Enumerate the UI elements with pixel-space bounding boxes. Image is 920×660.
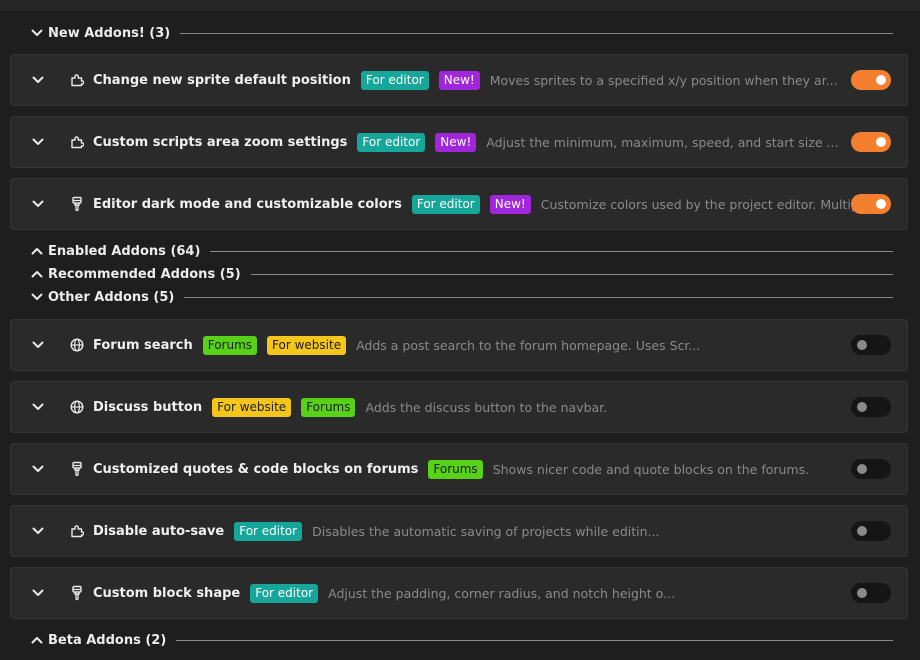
tag-new: New!	[438, 70, 480, 90]
chevron-up-icon	[30, 267, 44, 281]
expand-chevron-icon[interactable]	[31, 400, 45, 414]
addon-toggle[interactable]	[851, 459, 891, 479]
section-divider	[176, 639, 893, 641]
toggle-knob	[857, 526, 867, 536]
toggle-knob	[857, 340, 867, 350]
section-label: Beta Addons (2)	[48, 632, 167, 648]
addon-toggle[interactable]	[851, 583, 891, 603]
chevron-down-icon	[30, 290, 44, 304]
section-divider	[250, 273, 893, 275]
addon-description: Adds the discuss button to the navbar.	[365, 399, 608, 415]
addon-row: Forum search Forums For website Adds a p…	[10, 319, 908, 371]
section-other-addons[interactable]: Other Addons (5)	[30, 287, 893, 307]
addon-row: Change new sprite default position For e…	[10, 54, 908, 106]
section-label: Other Addons (5)	[48, 289, 175, 305]
brush-icon	[70, 196, 84, 212]
addon-description: Adjust the minimum, maximum, speed, and …	[486, 134, 839, 150]
section-label: Enabled Addons (64)	[48, 243, 201, 259]
globe-icon	[70, 337, 84, 353]
tag-forums: Forums	[428, 459, 483, 479]
brush-icon	[70, 585, 84, 601]
addon-name: Custom scripts area zoom settings	[93, 134, 348, 150]
addon-name: Disable auto-save	[93, 523, 225, 539]
tag-for-editor: For editor	[250, 583, 319, 603]
addon-name: Customized quotes & code blocks on forum…	[93, 461, 419, 477]
addon-toggle[interactable]	[851, 194, 891, 214]
puzzle-icon	[70, 134, 84, 150]
addon-row: Custom scripts area zoom settings For ed…	[10, 116, 908, 168]
addon-row: Discuss button For website Forums Adds t…	[10, 381, 908, 433]
tag-for-website: For website	[212, 397, 292, 417]
toggle-knob	[857, 588, 867, 598]
addon-description: Moves sprites to a specified x/y positio…	[489, 72, 838, 88]
expand-chevron-icon[interactable]	[31, 338, 45, 352]
toggle-knob	[876, 137, 886, 147]
section-recommended-addons[interactable]: Recommended Addons (5)	[30, 264, 893, 284]
expand-chevron-icon[interactable]	[31, 135, 45, 149]
addon-description: Customize colors used by the project edi…	[540, 196, 886, 212]
expand-chevron-icon[interactable]	[31, 462, 45, 476]
addon-name: Discuss button	[93, 399, 203, 415]
section-new-addons[interactable]: New Addons! (3)	[30, 23, 893, 43]
expand-chevron-icon[interactable]	[31, 524, 45, 538]
addon-name: Change new sprite default position	[93, 72, 351, 88]
toggle-knob	[876, 75, 886, 85]
addon-name: Editor dark mode and customizable colors	[93, 196, 402, 212]
tag-new: New!	[435, 132, 477, 152]
addon-toggle[interactable]	[851, 70, 891, 90]
section-divider	[184, 296, 893, 298]
puzzle-icon	[70, 523, 84, 539]
section-label: New Addons! (3)	[48, 25, 171, 41]
toggle-knob	[876, 199, 886, 209]
tag-forums: Forums	[202, 335, 258, 355]
section-label: Recommended Addons (5)	[48, 266, 241, 282]
addons-list: New Addons! (3) Change new sprite defaul…	[0, 11, 920, 660]
addon-row: Custom block shape For editor Adjust the…	[10, 567, 908, 619]
addon-row: Editor dark mode and customizable colors…	[10, 178, 908, 230]
addon-description: Adjust the padding, corner radius, and n…	[328, 585, 676, 601]
top-bar	[0, 0, 920, 11]
addon-description: Disables the automatic saving of project…	[312, 523, 660, 539]
tag-for-editor: For editor	[357, 132, 426, 152]
chevron-up-icon	[30, 633, 44, 647]
tag-for-editor: For editor	[360, 70, 429, 90]
tag-for-website: For website	[267, 335, 347, 355]
addon-name: Custom block shape	[93, 585, 241, 601]
addon-toggle[interactable]	[851, 335, 891, 355]
addon-toggle[interactable]	[851, 397, 891, 417]
addon-description: Shows nicer code and quote blocks on the…	[492, 461, 810, 477]
section-beta-addons[interactable]: Beta Addons (2)	[30, 630, 893, 650]
expand-chevron-icon[interactable]	[31, 197, 45, 211]
tag-new: New!	[489, 194, 531, 214]
puzzle-icon	[70, 72, 84, 88]
brush-icon	[70, 461, 84, 477]
globe-icon	[70, 399, 84, 415]
toggle-knob	[857, 402, 867, 412]
section-enabled-addons[interactable]: Enabled Addons (64)	[30, 241, 893, 261]
addon-description: Adds a post search to the forum homepage…	[356, 337, 701, 353]
section-divider	[180, 32, 893, 34]
tag-forums: Forums	[301, 397, 356, 417]
expand-chevron-icon[interactable]	[31, 73, 45, 87]
addon-row: Customized quotes & code blocks on forum…	[10, 443, 908, 495]
addon-toggle[interactable]	[851, 521, 891, 541]
addon-toggle[interactable]	[851, 132, 891, 152]
expand-chevron-icon[interactable]	[31, 586, 45, 600]
tag-for-editor: For editor	[234, 521, 303, 541]
tag-for-editor: For editor	[411, 194, 480, 214]
addon-row: Disable auto-save For editor Disables th…	[10, 505, 908, 557]
section-divider	[210, 250, 893, 252]
addon-name: Forum search	[93, 337, 193, 353]
toggle-knob	[857, 464, 867, 474]
chevron-up-icon	[30, 244, 44, 258]
chevron-down-icon	[30, 26, 44, 40]
